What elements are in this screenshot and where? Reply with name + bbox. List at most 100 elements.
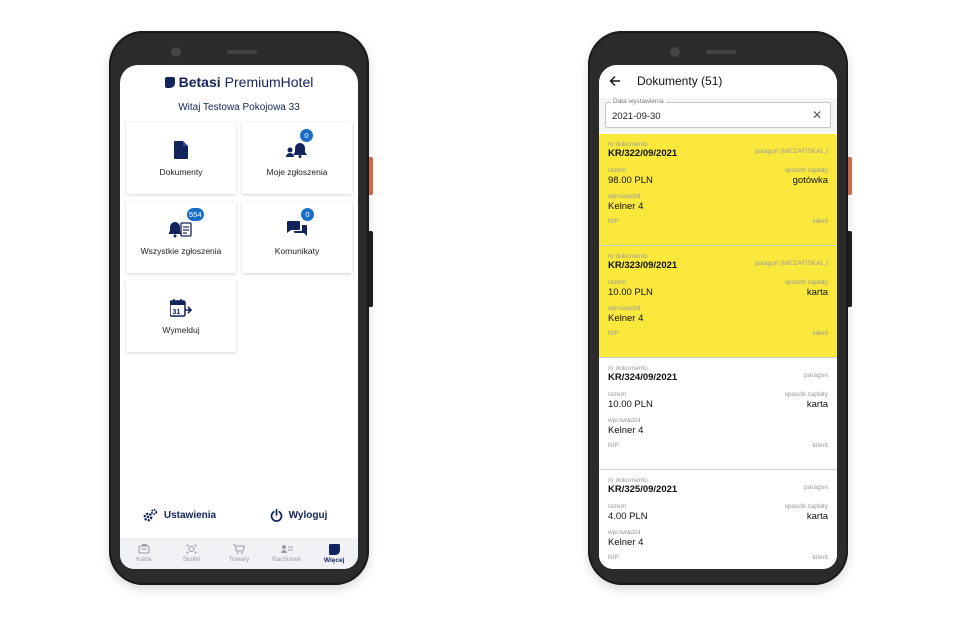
nav-item-wiecej[interactable]: Więcej bbox=[310, 538, 358, 569]
doc-type: paragon bbox=[804, 484, 828, 491]
logout-label: Wyloguj bbox=[288, 509, 328, 521]
doc-number: KR/322/09/2021 bbox=[608, 148, 678, 159]
nip-label: NIP bbox=[608, 442, 619, 449]
power-button bbox=[848, 157, 852, 195]
welcome-text: Witaj Testowa Pokojowa 33 bbox=[178, 102, 300, 113]
document-item[interactable]: nr dokumentu KR/323/09/2021 paragon (NIE… bbox=[599, 246, 837, 358]
doc-entered-by: Kelner 4 bbox=[608, 201, 644, 212]
tile-dokumenty[interactable]: Dokumenty bbox=[126, 122, 236, 194]
nav-label: Rachunek bbox=[271, 556, 302, 563]
document-item[interactable]: nr dokumentu KR/325/09/2021 paragon raze… bbox=[599, 470, 837, 569]
logout-button[interactable]: Wyloguj bbox=[239, 508, 358, 522]
notification-badge: 0 bbox=[300, 129, 313, 142]
phone-frame-left: Betasi PremiumHotel Witaj Testowa Pokojo… bbox=[109, 31, 373, 585]
brand-logo: Betasi PremiumHotel bbox=[120, 74, 358, 90]
earpiece-speaker bbox=[706, 50, 736, 54]
bottom-navigation: Karta Stoliki Towary Rachunek Więcej bbox=[120, 538, 358, 569]
camera-lens bbox=[171, 47, 181, 57]
settings-label: Ustawienia bbox=[163, 509, 217, 521]
clear-icon[interactable]: ✕ bbox=[812, 108, 822, 122]
nav-item-rachunek[interactable]: Rachunek bbox=[263, 538, 311, 569]
doc-entered-by: Kelner 4 bbox=[608, 537, 644, 548]
nav-item-towary[interactable]: Towary bbox=[215, 538, 263, 569]
date-filter-label: Data wystawienia bbox=[611, 98, 666, 106]
client-label: klient bbox=[812, 442, 828, 449]
bell-list-icon bbox=[169, 222, 192, 238]
cart-icon bbox=[232, 544, 245, 554]
doc-total: 10.00 PLN bbox=[608, 287, 653, 298]
total-label: razem bbox=[608, 167, 627, 174]
payment-label: sposób zapłaty bbox=[784, 391, 828, 398]
payment-label: sposób zapłaty bbox=[784, 503, 828, 510]
doc-payment: gotówka bbox=[792, 175, 828, 186]
doc-number-label: nr dokumentu bbox=[608, 253, 648, 260]
home-screen: Betasi PremiumHotel Witaj Testowa Pokojo… bbox=[120, 65, 358, 569]
nav-item-stoliki[interactable]: Stoliki bbox=[168, 538, 216, 569]
tile-label: Wszystkie zgłoszenia bbox=[140, 246, 222, 256]
brand-name: Betasi bbox=[178, 74, 221, 90]
doc-number: KR/325/09/2021 bbox=[608, 484, 678, 495]
documents-screen: Dokumenty (51) Data wystawienia 2021-09-… bbox=[599, 65, 837, 569]
doc-type: paragon (NIEZAFISKAL.) bbox=[754, 148, 828, 155]
notification-badge: 554 bbox=[187, 208, 204, 221]
nip-label: NIP bbox=[608, 218, 619, 225]
doc-number-label: nr dokumentu bbox=[608, 141, 648, 148]
earpiece-speaker bbox=[227, 50, 257, 54]
chat-icon bbox=[287, 221, 307, 236]
notification-badge: 0 bbox=[301, 208, 314, 221]
betasi-logo-icon bbox=[164, 76, 175, 88]
settings-button[interactable]: Ustawienia bbox=[120, 508, 239, 522]
doc-number-label: nr dokumentu bbox=[608, 477, 648, 484]
payment-label: sposób zapłaty bbox=[784, 167, 828, 174]
total-label: razem bbox=[608, 503, 627, 510]
document-item[interactable]: nr dokumentu KR/322/09/2021 paragon (NIE… bbox=[599, 134, 837, 246]
entered-by-label: wprowadził bbox=[608, 305, 641, 312]
power-icon bbox=[270, 508, 282, 522]
doc-number-label: nr dokumentu bbox=[608, 365, 648, 372]
doc-payment: karta bbox=[806, 511, 828, 522]
payment-label: sposób zapłaty bbox=[784, 279, 828, 286]
tile-wymelduj[interactable]: 31 Wymelduj bbox=[126, 280, 236, 352]
tile-wszystkie-zgloszenia[interactable]: 554 Wszystkie zgłoszenia bbox=[126, 201, 236, 273]
doc-number: KR/324/09/2021 bbox=[608, 372, 678, 383]
volume-button bbox=[369, 231, 373, 307]
doc-payment: karta bbox=[806, 399, 828, 410]
nav-label: Karta bbox=[136, 556, 152, 563]
doc-entered-by: Kelner 4 bbox=[608, 425, 644, 436]
total-label: razem bbox=[608, 391, 627, 398]
card-icon bbox=[138, 544, 150, 554]
date-filter-field[interactable]: Data wystawienia 2021-09-30 ✕ bbox=[605, 98, 831, 128]
bell-person-icon bbox=[286, 143, 307, 158]
client-label: klient bbox=[812, 218, 828, 225]
tile-label: Wymelduj bbox=[162, 325, 200, 335]
nav-item-karta[interactable]: Karta bbox=[120, 538, 168, 569]
nip-label: NIP bbox=[608, 554, 619, 561]
brand-product: PremiumHotel bbox=[224, 74, 314, 90]
entered-by-label: wprowadził bbox=[608, 193, 641, 200]
client-label: klient bbox=[812, 554, 828, 561]
tile-label: Komunikaty bbox=[274, 246, 320, 256]
receipt-icon bbox=[280, 545, 293, 553]
doc-type: paragon bbox=[804, 372, 828, 379]
phone-frame-right: Dokumenty (51) Data wystawienia 2021-09-… bbox=[588, 31, 852, 585]
page-title: Dokumenty (51) bbox=[637, 74, 723, 88]
doc-number: KR/323/09/2021 bbox=[608, 260, 678, 271]
client-label: klient bbox=[812, 330, 828, 337]
gear-icon bbox=[143, 508, 157, 522]
app-bar: Dokumenty (51) bbox=[599, 65, 837, 97]
total-label: razem bbox=[608, 279, 627, 286]
date-filter-value: 2021-09-30 bbox=[612, 111, 661, 122]
nav-label: Stoliki bbox=[182, 556, 201, 563]
document-item[interactable]: nr dokumentu KR/324/09/2021 paragon raze… bbox=[599, 358, 837, 470]
doc-total: 10.00 PLN bbox=[608, 399, 653, 410]
tile-moje-zgloszenia[interactable]: 0 Moje zgłoszenia bbox=[242, 122, 352, 194]
back-arrow-icon[interactable] bbox=[609, 75, 621, 87]
doc-type: paragon (NIEZAFISKAL.) bbox=[754, 260, 828, 267]
entered-by-label: wprowadził bbox=[608, 417, 641, 424]
tile-komunikaty[interactable]: 0 Komunikaty bbox=[242, 201, 352, 273]
document-list: nr dokumentu KR/322/09/2021 paragon (NIE… bbox=[599, 134, 837, 569]
document-icon bbox=[174, 141, 188, 159]
tile-label: Moje zgłoszenia bbox=[266, 167, 328, 177]
nav-label: Towary bbox=[228, 556, 250, 563]
camera-lens bbox=[670, 47, 680, 57]
